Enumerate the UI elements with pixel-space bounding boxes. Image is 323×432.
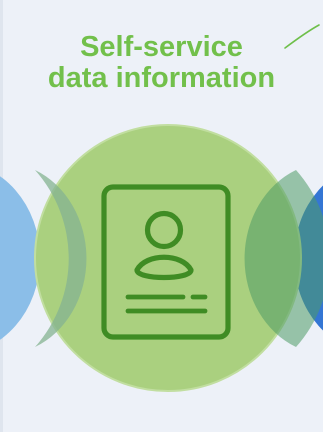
heading-line-2: data information (47, 62, 276, 94)
heading-title: Self-service data information (0, 32, 323, 94)
graphic-panel: Self-service data information (0, 0, 323, 432)
heading-line-1: Self-service (80, 31, 243, 63)
